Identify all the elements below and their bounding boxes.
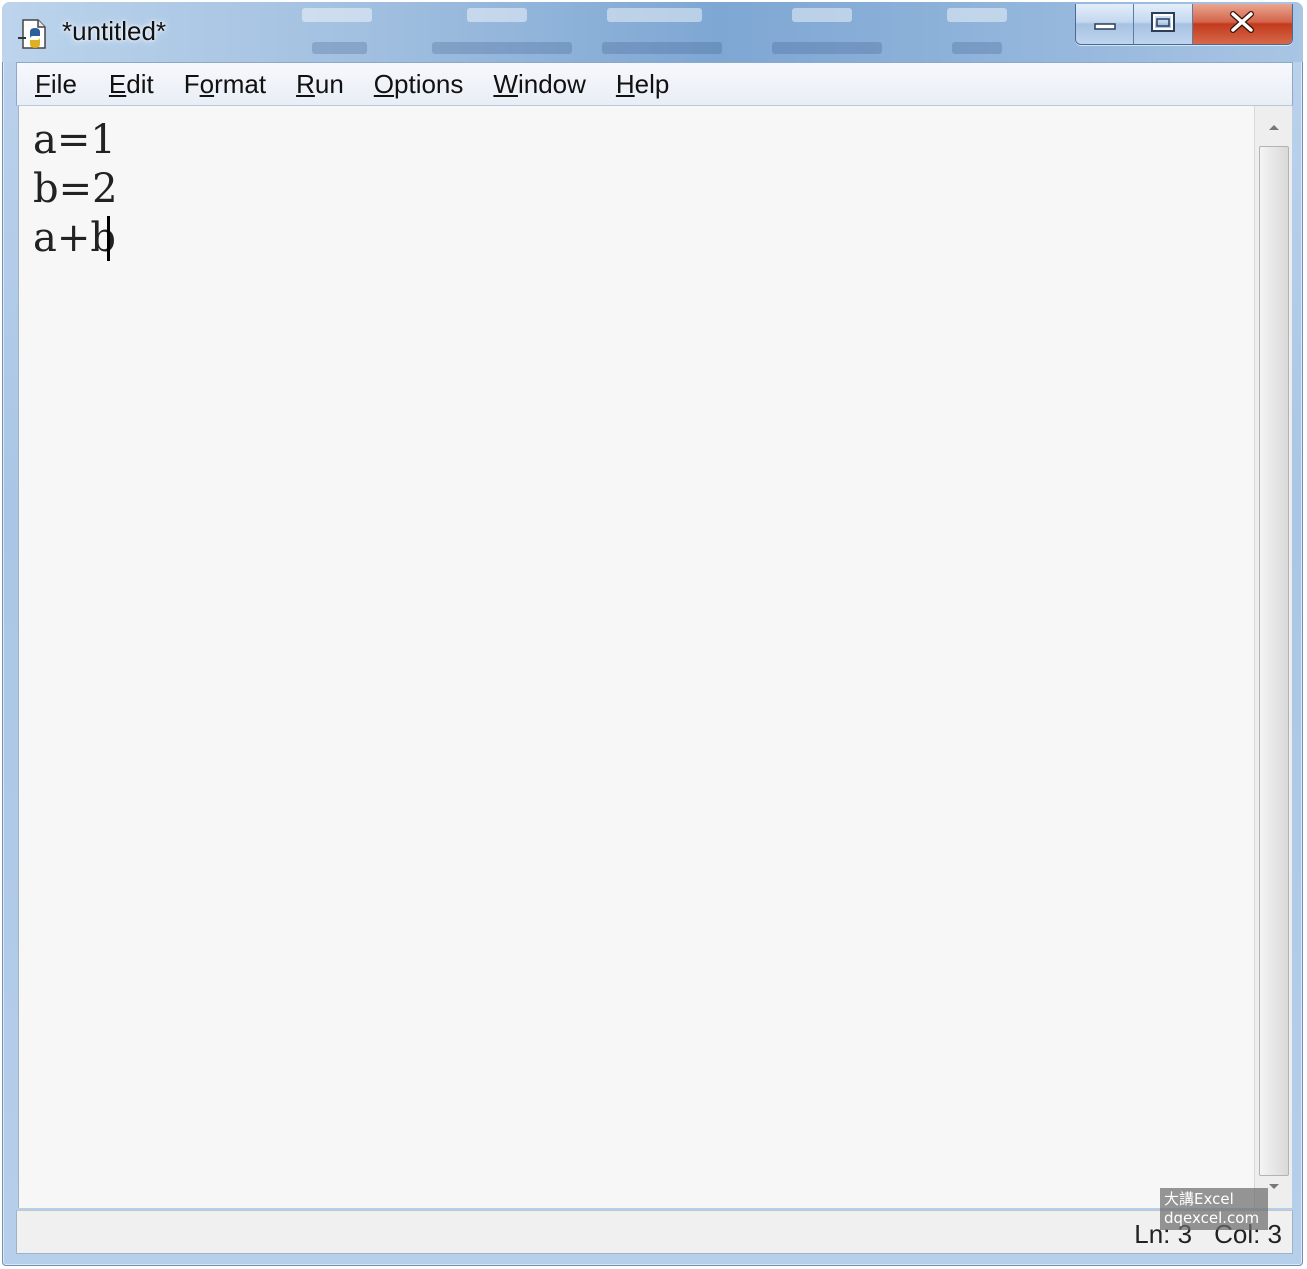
idle-editor-window: *untitled* File Edit Format Run Options … xyxy=(2,2,1303,1266)
background-blur xyxy=(302,8,372,22)
code-line[interactable]: a=1 xyxy=(33,116,116,164)
close-button[interactable] xyxy=(1192,4,1292,44)
caption-buttons xyxy=(1075,4,1293,45)
scrollbar-thumb[interactable] xyxy=(1259,146,1289,1176)
background-blur xyxy=(467,8,527,22)
menu-options[interactable]: Options xyxy=(374,69,464,100)
minimize-icon xyxy=(1093,12,1117,36)
maximize-icon xyxy=(1150,11,1176,37)
code-line[interactable]: a+b xyxy=(33,214,116,262)
background-blur xyxy=(792,8,852,22)
close-icon xyxy=(1229,11,1255,37)
minimize-button[interactable] xyxy=(1076,4,1135,44)
menu-edit[interactable]: Edit xyxy=(109,69,154,100)
menu-format[interactable]: Format xyxy=(184,69,266,100)
menu-run[interactable]: Run xyxy=(296,69,344,100)
code-line[interactable]: b=2 xyxy=(33,165,118,213)
watermark-line1: 大講Excel xyxy=(1164,1190,1234,1208)
text-cursor xyxy=(107,216,110,261)
maximize-button[interactable] xyxy=(1134,4,1193,44)
menu-file[interactable]: File xyxy=(35,69,77,100)
vertical-scrollbar[interactable] xyxy=(1254,106,1292,1208)
background-blur xyxy=(772,42,882,54)
menu-bar: File Edit Format Run Options Window Help xyxy=(16,62,1293,106)
code-editor[interactable]: a=1 b=2 a+b xyxy=(18,106,1255,1208)
background-blur xyxy=(432,42,572,54)
background-blur xyxy=(312,42,367,54)
scroll-up-arrow-icon[interactable] xyxy=(1255,110,1292,144)
menu-help[interactable]: Help xyxy=(616,69,669,100)
title-bar[interactable]: *untitled* xyxy=(2,2,1303,62)
background-blur xyxy=(602,42,722,54)
watermark: 大講Excel dqexcel.com xyxy=(1160,1188,1268,1230)
background-blur xyxy=(607,8,702,22)
window-title: *untitled* xyxy=(62,16,167,46)
background-blur xyxy=(952,42,1002,54)
python-idle-icon[interactable] xyxy=(18,18,52,50)
watermark-line2: dqexcel.com xyxy=(1164,1209,1260,1227)
status-bar: Ln: 3 Col: 3 xyxy=(16,1210,1293,1254)
menu-window[interactable]: Window xyxy=(493,69,585,100)
background-blur xyxy=(947,8,1007,22)
